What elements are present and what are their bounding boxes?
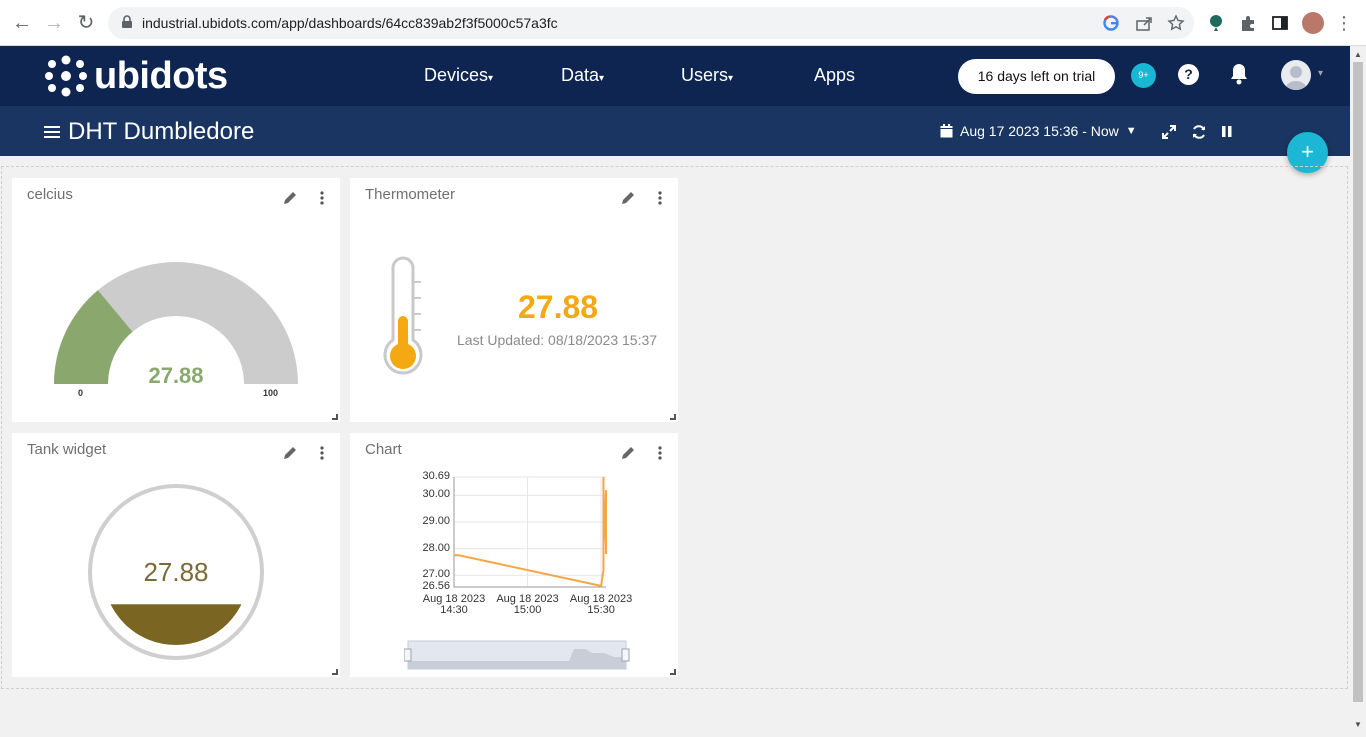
gauge-widget[interactable]: celcius 27.88 0 100 [12,178,340,422]
nav-apps-label: Apps [814,65,856,85]
scroll-thumb[interactable] [1353,62,1363,702]
widget-title: celcius [27,186,73,203]
scroll-up-icon[interactable]: ▲ [1354,50,1362,59]
bookmark-star-icon[interactable] [1167,14,1185,32]
reload-icon[interactable]: ↻ [74,11,98,35]
back-icon[interactable]: ← [10,11,34,35]
chevron-down-icon[interactable]: ▾ [1318,68,1323,79]
thermometer-value: 27.88 [518,289,599,325]
hamburger-menu-icon[interactable] [44,126,60,139]
chevron-down-icon: ▾ [728,73,734,84]
side-panel-icon[interactable] [1271,14,1289,32]
y-tick-label: 29.00 [422,515,450,527]
tank-value: 27.88 [143,557,209,587]
range-left-handle[interactable] [404,648,412,662]
widget-title: Tank widget [27,441,107,458]
more-options-icon[interactable] [320,190,324,206]
y-tick-label: 28.00 [422,541,450,554]
chevron-down-icon: ▾ [488,73,494,84]
nav-devices-label: Devices [424,65,489,85]
nav-devices[interactable]: Devices▾ [424,65,493,86]
nav-users[interactable]: Users▾ [681,65,733,86]
extensions-puzzle-icon[interactable] [1239,14,1257,32]
resize-handle[interactable] [332,414,338,420]
range-navigator[interactable] [404,639,630,673]
gauge-max-label: 100 [263,388,279,398]
dashboard-title: DHT Dumbledore [68,118,255,145]
pause-icon[interactable] [1219,124,1235,140]
y-tick-label: 26.56 [422,580,450,592]
gauge-min-label: 0 [78,388,84,398]
help-icon[interactable]: ? [1178,64,1199,85]
y-tick-label: 27.00 [422,568,450,581]
notifications-badge[interactable]: 9+ [1131,63,1156,88]
browser-menu-icon[interactable]: ⋮ [1332,11,1356,35]
bell-icon[interactable] [1228,62,1250,86]
nav-users-label: Users [681,65,729,85]
browser-toolbar: ← → ↻ industrial.ubidots.com/app/dashboa… [0,0,1366,46]
more-options-icon[interactable] [658,190,662,206]
trial-button[interactable]: 16 days left on trial [958,59,1115,94]
chart-widget[interactable]: Chart 30.69 30.00 29.00 28.00 27.00 26.56 Aug … [350,433,678,677]
nav-data-label: Data [561,65,600,85]
thermometer-widget[interactable]: Thermometer 27.88 Last Updated: 08/18/20… [350,178,678,422]
tank-widget[interactable]: Tank widget 27.88 [12,433,340,677]
range-right-handle[interactable] [621,648,630,662]
calendar-icon [940,124,953,138]
brand-name: ubidots [94,54,228,97]
share-icon[interactable] [1135,14,1153,32]
caret-down-icon: ▼ [1125,125,1137,137]
more-options-icon[interactable] [320,445,324,461]
profile-avatar-icon[interactable] [1302,12,1324,34]
x-tick-label: Aug 18 2023 15:00 [496,593,559,616]
resize-handle[interactable] [332,669,338,675]
last-updated-text: Last Updated: 08/18/2023 15:37 [457,332,658,348]
url-text: industrial.ubidots.com/app/dashboards/64… [142,15,558,31]
ubidots-dots-icon [45,55,87,97]
edit-pencil-icon[interactable] [282,190,298,206]
scroll-down-icon[interactable]: ▼ [1354,720,1362,729]
lock-icon [122,15,132,28]
edit-pencil-icon[interactable] [620,190,636,206]
user-avatar[interactable] [1281,60,1311,90]
gauge-value: 27.88 [148,363,204,388]
fullscreen-icon[interactable] [1161,124,1177,140]
google-icon[interactable] [1102,14,1120,32]
page-scrollbar[interactable]: ▲ ▼ [1350,46,1366,737]
nav-data[interactable]: Data▾ [561,65,604,86]
thermometer-icon [383,256,423,375]
resize-handle[interactable] [670,669,676,675]
user-icon [1285,66,1307,90]
y-tick-label: 30.00 [422,488,450,501]
dashboard-header: DHT Dumbledore Aug 17 2023 15:36 - Now ▼ [0,106,1350,156]
refresh-icon[interactable] [1191,124,1207,140]
app-header: ubidots Devices▾ Data▾ Users▾ Apps 16 da… [0,46,1350,106]
x-tick-label: Aug 18 2023 15:30 [569,593,633,616]
y-tick-label: 30.69 [422,470,450,482]
extension-pin-icon[interactable] [1207,14,1225,32]
nav-apps[interactable]: Apps [814,65,855,86]
ubidots-logo[interactable]: ubidots [44,54,228,98]
resize-handle[interactable] [670,414,676,420]
date-range-text: Aug 17 2023 15:36 - Now [960,123,1119,139]
forward-icon[interactable]: → [42,11,66,35]
x-tick-label: Aug 18 2023 14:30 [422,593,486,616]
date-range-picker[interactable]: Aug 17 2023 15:36 - Now ▼ [940,123,1137,139]
chart-series-line [454,477,607,588]
widget-title: Thermometer [365,186,456,203]
chevron-down-icon: ▾ [599,73,605,84]
edit-pencil-icon[interactable] [282,445,298,461]
address-bar[interactable]: industrial.ubidots.com/app/dashboards/64… [108,7,1194,39]
